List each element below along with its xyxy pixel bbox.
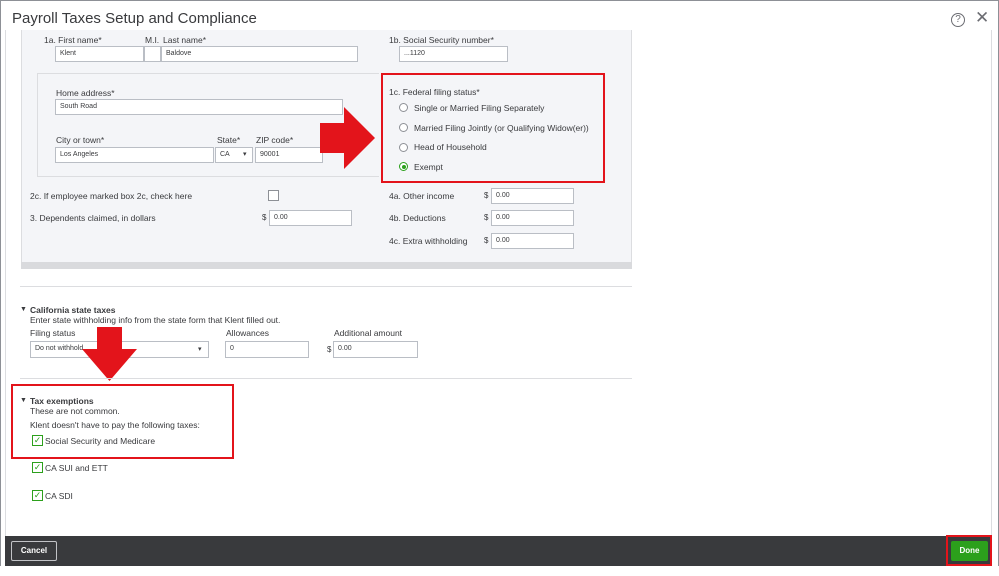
other-income-label: 4a. Other income [389,191,455,201]
exemption-label-ca-sdi: CA SDI [45,491,73,501]
other-income-currency: $ [484,191,489,200]
additional-amount-input[interactable]: 0.00 [333,341,418,358]
collapse-exemptions-icon[interactable]: ▼ [20,397,27,404]
state-taxes-description: Enter state withholding info from the st… [30,315,281,325]
zip-label: ZIP code* [256,135,294,145]
state-label: State* [217,135,241,145]
help-icon[interactable]: ? [951,13,965,27]
mi-label: M.I. [145,35,160,45]
close-icon[interactable]: ✕ [975,8,989,28]
filing-option-radio-married-jointly[interactable] [399,123,408,132]
first-name-label: 1a. First name* [44,35,102,45]
ssn-label: 1b. Social Security number* [389,35,494,45]
filing-option-label-head-of-household: Head of Household [414,142,487,152]
middle-initial-input[interactable] [144,46,161,62]
state-select[interactable]: CA ▾ [215,147,253,163]
panel-divider [21,262,632,269]
deductions-currency: $ [484,213,489,222]
filing-status-label: 1c. Federal filing status* [389,87,480,97]
tax-exemptions-note: These are not common. [30,406,120,416]
ssn-input[interactable]: ...1120 [399,46,508,62]
done-button[interactable]: Done [951,541,988,561]
divider [20,286,632,287]
allowances-label: Allowances [226,328,269,338]
exemption-checkbox-ca-sui-ett[interactable]: ✓ [32,462,43,473]
extra-withholding-input[interactable]: 0.00 [491,233,574,249]
additional-amount-currency: $ [327,345,332,354]
exemption-checkbox-social-security[interactable]: ✓ [32,435,43,446]
exemption-label-ca-sui-ett: CA SUI and ETT [45,463,108,473]
state-value: CA [220,151,230,158]
filing-option-radio-head-of-household[interactable] [399,143,408,152]
other-income-input[interactable]: 0.00 [491,188,574,204]
arrow-down-annotation [82,327,137,381]
extra-withholding-currency: $ [484,236,489,245]
state-taxes-title[interactable]: California state taxes [30,305,116,315]
chevron-down-icon: ▾ [198,346,202,353]
additional-amount-label: Additional amount [334,328,403,338]
collapse-state-taxes-icon[interactable]: ▼ [20,306,27,313]
extra-withholding-label: 4c. Extra withholding [389,236,468,246]
box2c-checkbox[interactable] [268,190,279,201]
last-name-label: Last name* [163,35,206,45]
tax-exemptions-description: Klent doesn't have to pay the following … [30,420,200,430]
deductions-input[interactable]: 0.00 [491,210,574,226]
home-address-input[interactable]: South Road [55,99,343,115]
filing-option-radio-single[interactable] [399,103,408,112]
filing-option-label-exempt: Exempt [414,162,443,172]
last-name-input[interactable]: Baldove [161,46,358,62]
state-filing-status-value: Do not withhold [35,345,84,352]
arrow-right-annotation [320,107,375,169]
filing-option-label-single: Single or Married Filing Separately [414,103,545,113]
cancel-button[interactable]: Cancel [11,541,57,561]
dependents-currency: $ [262,213,267,222]
bottom-margin [0,566,999,576]
exemption-label-social-security: Social Security and Medicare [45,436,156,446]
tax-exemptions-title[interactable]: Tax exemptions [30,396,94,406]
box2c-label: 2c. If employee marked box 2c, check her… [30,191,193,201]
state-filing-status-label: Filing status [30,328,76,338]
dialog-footer [5,536,992,566]
exemption-checkbox-ca-sdi[interactable]: ✓ [32,490,43,501]
dependents-input[interactable]: 0.00 [269,210,352,226]
allowances-input[interactable]: 0 [225,341,309,358]
deductions-label: 4b. Deductions [389,213,446,223]
city-label: City or town* [56,135,105,145]
city-input[interactable]: Los Angeles [55,147,214,163]
dialog-title: Payroll Taxes Setup and Compliance [12,10,257,27]
chevron-down-icon: ▾ [243,151,247,158]
home-address-label: Home address* [56,88,115,98]
dependents-label: 3. Dependents claimed, in dollars [30,213,156,223]
first-name-input[interactable]: Klent [55,46,144,62]
zip-input[interactable]: 90001 [255,147,323,163]
filing-option-radio-exempt[interactable] [399,162,408,171]
divider [20,378,632,379]
filing-option-label-married-jointly: Married Filing Jointly (or Qualifying Wi… [414,123,589,133]
